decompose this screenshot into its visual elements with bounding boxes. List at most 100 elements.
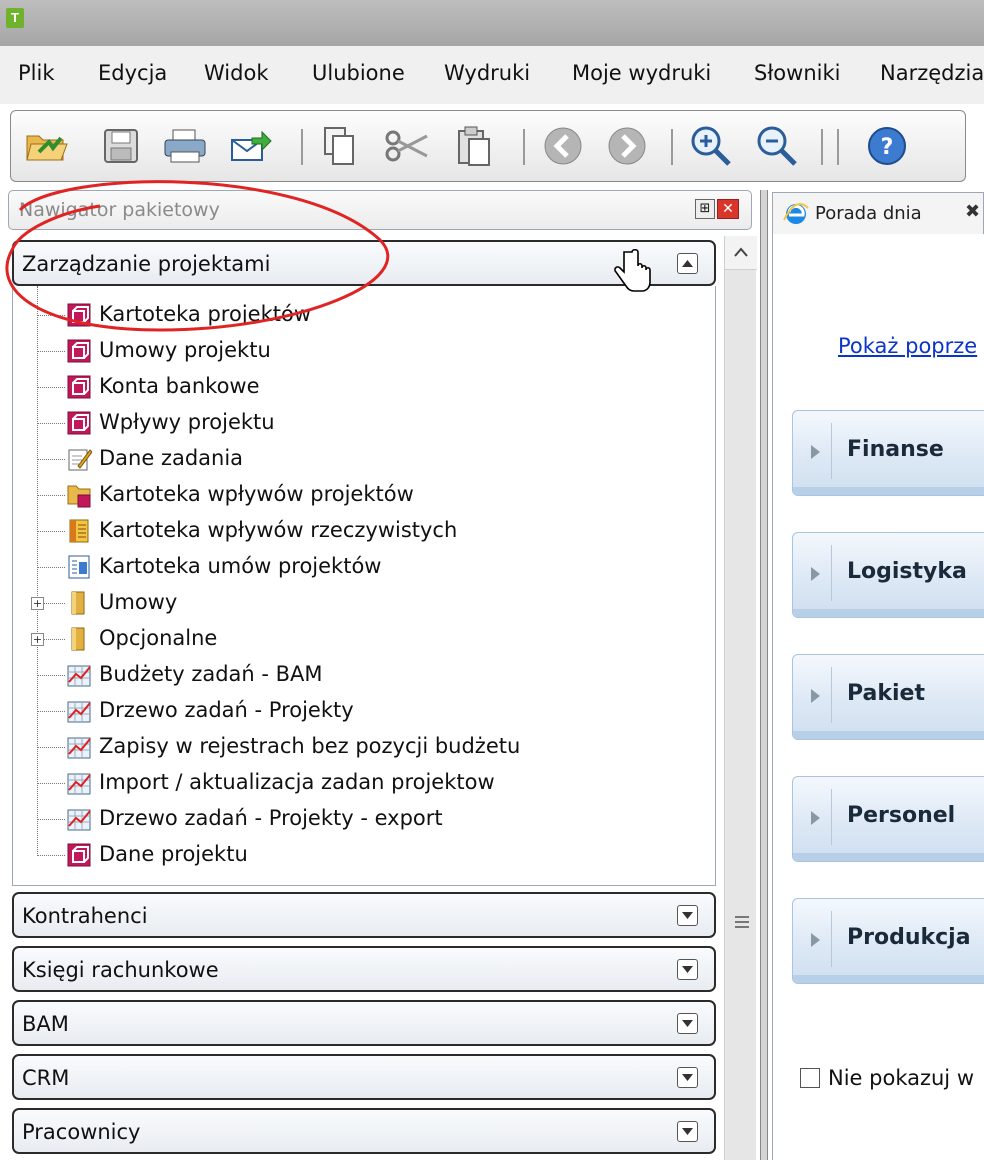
tree-item-budzety-zadan-bam[interactable]: Budżety zadań - BAM xyxy=(13,658,703,694)
section-pracownicy[interactable]: Pracownicy xyxy=(12,1108,716,1154)
expand-icon[interactable]: + xyxy=(31,597,44,610)
menu-edycja[interactable]: Edycja xyxy=(98,61,167,85)
tab-label: Porada dnia xyxy=(815,203,922,224)
tree-item-drzewo-zadan-projekty[interactable]: Drzewo zadań - Projekty xyxy=(13,694,703,730)
project-tree: Kartoteka projektów Umowy projektu Konta… xyxy=(12,286,716,886)
navigator-title: Nawigator pakietowy xyxy=(19,199,220,221)
section-label: CRM xyxy=(22,1066,70,1090)
menu-wydruki[interactable]: Wydruki xyxy=(444,61,530,85)
category-logistyka[interactable]: Logistyka xyxy=(792,532,984,618)
tree-connector xyxy=(37,423,65,424)
tree-connector xyxy=(37,747,65,748)
ledger-icon xyxy=(69,519,89,543)
edit-document-icon xyxy=(68,449,92,471)
menu-slowniki[interactable]: Słowniki xyxy=(754,61,840,85)
menu-bar: Plik Edycja Widok Ulubione Wydruki Moje … xyxy=(0,46,984,104)
toolbar-separator xyxy=(523,129,525,165)
section-zarzadzanie-projektami[interactable]: Zarządzanie projektami xyxy=(12,240,716,286)
tree-item-wplywy-projektu[interactable]: Wpływy projektu xyxy=(13,406,703,442)
show-previous-link[interactable]: Pokaż poprze xyxy=(838,334,977,358)
print-icon[interactable] xyxy=(159,121,211,171)
section-kontrahenci[interactable]: Kontrahenci xyxy=(12,892,716,938)
tab-porada-dnia[interactable]: Porada dnia ✖ xyxy=(772,192,984,234)
contract-list-icon xyxy=(68,555,90,579)
tree-item-umowy[interactable]: + Umowy xyxy=(13,586,703,622)
toolbar-separator xyxy=(301,129,303,165)
menu-ulubione[interactable]: Ulubione xyxy=(312,61,405,85)
copy-icon[interactable] xyxy=(313,121,365,171)
tree-item-label: Dane projektu xyxy=(99,842,248,866)
tree-item-dane-projektu[interactable]: Dane projektu xyxy=(13,838,703,874)
zoom-in-icon[interactable] xyxy=(685,121,737,171)
back-icon[interactable] xyxy=(537,121,589,171)
category-label: Produkcja xyxy=(847,925,971,950)
expand-arrow-icon xyxy=(811,811,820,825)
tree-item-label: Budżety zadań - BAM xyxy=(99,662,323,686)
close-icon[interactable]: ✕ xyxy=(717,199,739,219)
menu-widok[interactable]: Widok xyxy=(204,61,268,85)
collapse-icon[interactable] xyxy=(677,253,698,274)
tree-connector xyxy=(37,495,65,496)
chart-icon xyxy=(67,737,91,759)
section-label: Kontrahenci xyxy=(22,904,148,928)
form-icon xyxy=(67,303,91,327)
tab-close-icon[interactable]: ✖ xyxy=(965,201,980,222)
app-icon: T xyxy=(6,8,24,28)
tree-item-kartoteka-umow-projektow[interactable]: Kartoteka umów projektów xyxy=(13,550,703,586)
expand-icon[interactable] xyxy=(677,905,698,926)
send-icon[interactable] xyxy=(225,121,277,171)
tree-item-import-aktualizacja[interactable]: Import / aktualizacja zadan projektow xyxy=(13,766,703,802)
divider xyxy=(831,911,832,967)
tree-connector xyxy=(37,567,65,568)
tree-item-drzewo-zadan-export[interactable]: Drzewo zadań - Projekty - export xyxy=(13,802,703,838)
paste-icon[interactable] xyxy=(449,121,501,171)
scroll-grip-icon[interactable] xyxy=(735,916,749,931)
tree-item-kartoteka-wplywow-rzeczywistych[interactable]: Kartoteka wpływów rzeczywistych xyxy=(13,514,703,550)
expand-icon[interactable] xyxy=(677,1067,698,1088)
cut-icon[interactable] xyxy=(381,121,433,171)
panel-splitter[interactable] xyxy=(760,190,768,1160)
toolbar-separator xyxy=(821,129,823,165)
zoom-out-icon[interactable] xyxy=(751,121,803,171)
form-icon xyxy=(67,843,91,867)
tree-item-konta-bankowe[interactable]: Konta bankowe xyxy=(13,370,703,406)
tree-item-label: Umowy xyxy=(99,590,178,614)
section-crm[interactable]: CRM xyxy=(12,1054,716,1100)
help-icon[interactable]: ? xyxy=(861,121,913,171)
tree-connector xyxy=(37,351,65,352)
menu-moje-wydruki[interactable]: Moje wydruki xyxy=(572,61,711,85)
category-personel[interactable]: Personel xyxy=(792,776,984,862)
category-finanse[interactable]: Finanse xyxy=(792,410,984,496)
section-bam[interactable]: BAM xyxy=(12,1000,716,1046)
tree-item-dane-zadania[interactable]: Dane zadania xyxy=(13,442,703,478)
expand-icon[interactable] xyxy=(677,1121,698,1142)
scroll-up-button[interactable] xyxy=(725,236,757,270)
expand-icon[interactable] xyxy=(677,1013,698,1034)
section-ksiegi-rachunkowe[interactable]: Księgi rachunkowe xyxy=(12,946,716,992)
tree-item-label: Drzewo zadań - Projekty xyxy=(99,698,354,722)
tree-item-opcjonalne[interactable]: + Opcjonalne xyxy=(13,622,703,658)
expand-icon[interactable] xyxy=(677,959,698,980)
tree-item-label: Wpływy projektu xyxy=(99,410,275,434)
browser-icon xyxy=(783,203,809,224)
tree-item-label: Drzewo zadań - Projekty - export xyxy=(99,806,443,830)
tree-item-kartoteka-wplywow-projektow[interactable]: Kartoteka wpływów projektów xyxy=(13,478,703,514)
navigator-scrollbar[interactable] xyxy=(724,236,757,1160)
tree-item-umowy-projektu[interactable]: Umowy projektu xyxy=(13,334,703,370)
open-folder-icon[interactable] xyxy=(21,121,73,171)
save-icon[interactable] xyxy=(95,121,147,171)
category-produkcja[interactable]: Produkcja xyxy=(792,898,984,984)
form-icon xyxy=(67,411,91,435)
tree-item-kartoteka-projektow[interactable]: Kartoteka projektów xyxy=(13,298,703,334)
expand-icon[interactable]: + xyxy=(31,633,44,646)
tree-item-zapisy-w-rejestrach[interactable]: Zapisy w rejestrach bez pozycji budżetu xyxy=(13,730,703,766)
pin-icon[interactable]: ⊞ xyxy=(695,199,715,219)
menu-narzedzia[interactable]: Narzędzia xyxy=(880,61,984,85)
section-label: Pracownicy xyxy=(22,1120,141,1144)
tree-item-label: Konta bankowe xyxy=(99,374,260,398)
dont-show-checkbox[interactable] xyxy=(800,1068,820,1088)
menu-plik[interactable]: Plik xyxy=(18,61,55,85)
category-pakiet[interactable]: Pakiet xyxy=(792,654,984,740)
chart-icon xyxy=(67,701,91,723)
forward-icon[interactable] xyxy=(601,121,653,171)
